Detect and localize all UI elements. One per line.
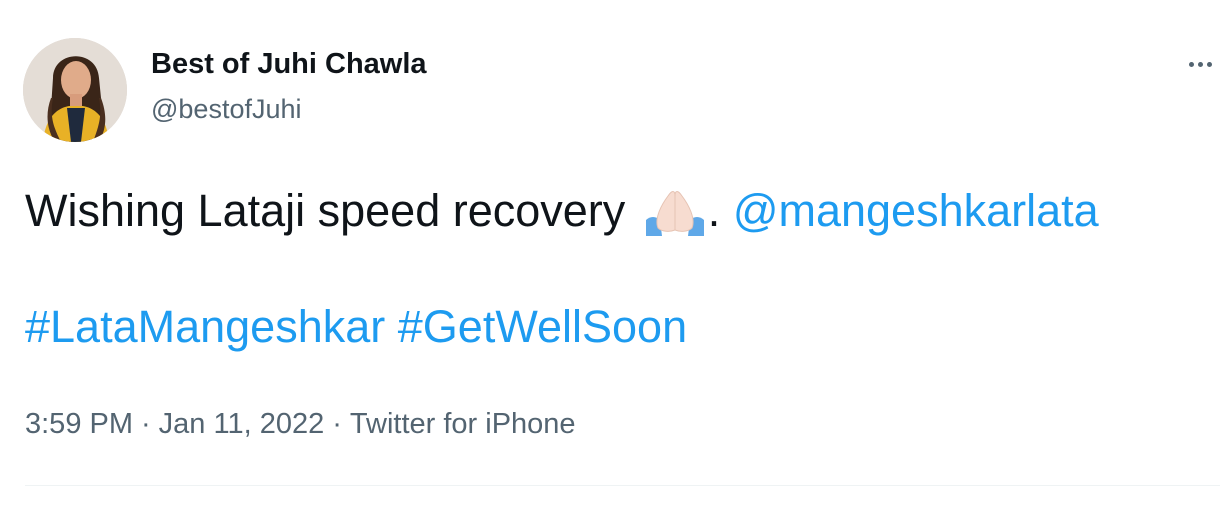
hashtag-link[interactable]: #LataMangeshkar	[25, 301, 385, 352]
more-dot-icon	[1197, 61, 1203, 67]
more-dot-icon	[1206, 61, 1212, 67]
tweet-text: Wishing Lataji speed recovery . @mangesh…	[25, 182, 1205, 356]
divider	[25, 485, 1220, 486]
author-display-name[interactable]: Best of Juhi Chawla	[151, 46, 427, 82]
more-options-button[interactable]	[1180, 46, 1220, 82]
tweet-source[interactable]: Twitter for iPhone	[350, 408, 576, 440]
folded-hands-icon	[645, 191, 704, 236]
tweet-punctuation: .	[707, 185, 733, 236]
hashtag-link[interactable]: #GetWellSoon	[398, 301, 687, 352]
tweet-line: #LataMangeshkar #GetWellSoon	[25, 298, 1205, 356]
avatar[interactable]	[23, 38, 127, 142]
more-dot-icon	[1188, 61, 1194, 67]
tweet-line: Wishing Lataji speed recovery . @mangesh…	[25, 182, 1205, 240]
avatar-photo	[23, 38, 127, 142]
tweet-time[interactable]: 3:59 PM	[25, 408, 133, 440]
meta-separator: ·	[332, 408, 342, 440]
tweet-meta: 3:59 PM · Jan 11, 2022 · Twitter for iPhone	[25, 404, 576, 444]
tweet-body-text: Wishing Lataji speed recovery	[25, 185, 638, 236]
author-handle[interactable]: @bestofJuhi	[151, 92, 302, 126]
mention-link[interactable]: @mangeshkarlata	[733, 185, 1099, 236]
tweet-card: Best of Juhi Chawla @bestofJuhi Wishing …	[0, 0, 1220, 522]
tweet-date[interactable]: Jan 11, 2022	[159, 408, 325, 440]
meta-separator: ·	[141, 408, 151, 440]
